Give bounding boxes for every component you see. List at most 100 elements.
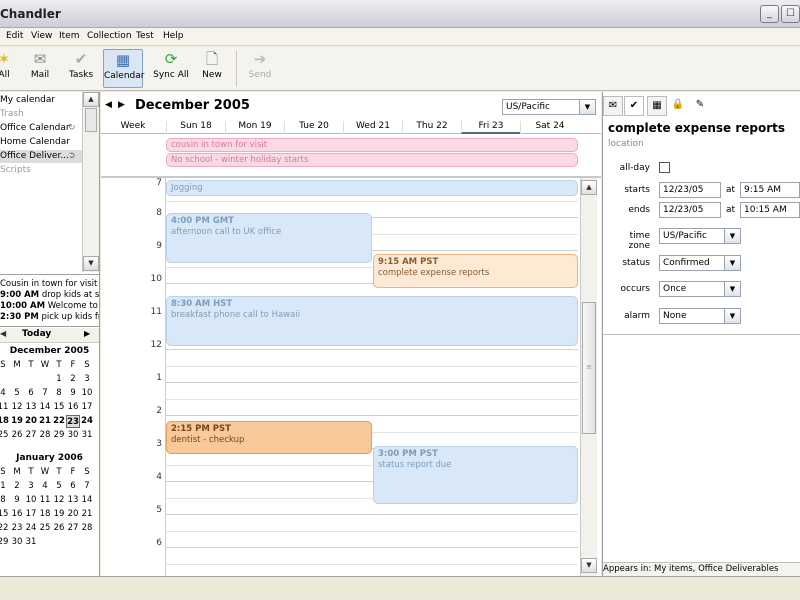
alarm-select[interactable]: None ▼ <box>659 308 741 324</box>
minical-day[interactable]: 15 <box>52 401 66 414</box>
minical-day[interactable]: 11 <box>38 494 52 507</box>
minical-day[interactable]: 25 <box>0 429 10 442</box>
location-field[interactable]: location <box>608 139 644 149</box>
minical-day[interactable]: 19 <box>52 508 66 521</box>
minical-day[interactable]: 14 <box>80 494 94 507</box>
preview-item[interactable]: 10:00 AM Welcome to Chandler <box>0 301 99 312</box>
scroll-down-button[interactable]: ▼ <box>581 558 597 573</box>
day-header-mon[interactable]: Mon 19 <box>225 121 284 134</box>
minical-day[interactable]: 17 <box>80 401 94 414</box>
all-button[interactable]: ✶ All <box>0 49 12 88</box>
minical-day[interactable]: 29 <box>52 429 66 442</box>
minical-day[interactable]: 14 <box>38 401 52 414</box>
minimize-button[interactable]: _ <box>760 5 779 23</box>
minical-day[interactable]: 13 <box>24 401 38 414</box>
allday-event[interactable]: No school - winter holiday starts <box>166 153 578 167</box>
end-time-field[interactable]: 10:15 AM <box>740 202 800 218</box>
lock-icon[interactable]: 🔒 <box>668 96 688 116</box>
event-expense-reports[interactable]: 9:15 AM PST complete expense reports <box>373 254 578 288</box>
pencil-icon[interactable]: ✎ <box>690 96 710 116</box>
event-status-report[interactable]: 3:00 PM PST status report due <box>373 446 578 504</box>
minical-day[interactable]: 24 <box>24 522 38 535</box>
minical-day[interactable]: 21 <box>80 508 94 521</box>
allday-event[interactable]: cousin in town for visit <box>166 138 578 152</box>
minical-day[interactable]: 8 <box>52 387 66 400</box>
minical-day[interactable]: 24 <box>80 415 94 428</box>
minical-day[interactable] <box>52 536 66 549</box>
tasks-button[interactable]: ✔ Tasks <box>66 49 96 88</box>
prev-month-icon[interactable]: ◀ <box>0 329 6 338</box>
minical-day[interactable]: 2 <box>66 373 80 386</box>
status-select[interactable]: Confirmed ▼ <box>659 255 741 271</box>
scroll-down-button[interactable]: ▼ <box>83 256 99 271</box>
event-dentist[interactable]: 2:15 PM PST dentist - checkup <box>166 421 372 454</box>
minical-day[interactable]: 25 <box>38 522 52 535</box>
allday-checkbox[interactable] <box>659 162 670 173</box>
minical-day[interactable]: 21 <box>38 415 52 428</box>
minical-day[interactable]: 16 <box>66 401 80 414</box>
notes-area[interactable] <box>603 334 800 562</box>
minical-day[interactable]: 11 <box>0 401 10 414</box>
minical-day[interactable]: 22 <box>0 522 10 535</box>
minical-day[interactable]: 4 <box>0 387 10 400</box>
minical-day[interactable]: 10 <box>24 494 38 507</box>
minical-day[interactable]: 16 <box>10 508 24 521</box>
event-uk-call[interactable]: 4:00 PM GMT afternoon call to UK office <box>166 213 372 263</box>
day-header-sun[interactable]: Sun 18 <box>166 121 225 134</box>
minical-day[interactable]: 2 <box>10 480 24 493</box>
minical-day[interactable]: 20 <box>24 415 38 428</box>
minical-day[interactable]: 17 <box>24 508 38 521</box>
scroll-thumb[interactable]: ≡ <box>582 302 596 434</box>
minical-day[interactable]: 1 <box>0 480 10 493</box>
preview-item[interactable]: Cousin in town for visit <box>0 279 99 290</box>
minical-day[interactable]: 7 <box>80 480 94 493</box>
collection-my-calendar[interactable]: My calendar <box>0 94 82 107</box>
minical-day[interactable]: 30 <box>66 429 80 442</box>
day-header-tue[interactable]: Tue 20 <box>284 121 343 134</box>
minical-day[interactable]: 15 <box>0 508 10 521</box>
preview-item[interactable]: 9:00 AM drop kids at school <box>0 290 99 301</box>
minical-day[interactable]: 22 <box>52 415 66 428</box>
minical-day[interactable]: 5 <box>10 387 24 400</box>
week-label[interactable]: Week <box>101 121 165 134</box>
day-header-sat[interactable]: Sat 24 <box>520 121 579 134</box>
minical-day[interactable]: 23 <box>66 415 80 428</box>
end-date-field[interactable]: 12/23/05 <box>659 202 721 218</box>
minical-day[interactable]: 26 <box>52 522 66 535</box>
day-header-fri[interactable]: Fri 23 <box>461 121 520 134</box>
today-button[interactable]: Today <box>22 329 51 339</box>
preview-item[interactable]: 2:30 PM pick up kids from <box>0 312 99 323</box>
minical-day[interactable]: 9 <box>10 494 24 507</box>
minical-day[interactable]: 12 <box>10 401 24 414</box>
start-time-field[interactable]: 9:15 AM <box>740 182 800 198</box>
menu-test[interactable]: Test <box>136 31 154 41</box>
occurs-select[interactable]: Once ▼ <box>659 281 741 297</box>
menu-help[interactable]: Help <box>163 31 184 41</box>
grid-scrollbar[interactable]: ▲ ≡ ▼ <box>580 178 597 576</box>
minical-day[interactable]: 7 <box>38 387 52 400</box>
minical-day[interactable]: 23 <box>10 522 24 535</box>
menu-view[interactable]: View <box>31 31 52 41</box>
minical-day[interactable] <box>0 373 10 386</box>
collection-home-calendar[interactable]: Home Calendar <box>0 136 82 149</box>
minical-day[interactable] <box>66 536 80 549</box>
minical-day[interactable]: 20 <box>66 508 80 521</box>
minical-day[interactable]: 30 <box>10 536 24 549</box>
minical-day[interactable]: 4 <box>38 480 52 493</box>
minical-day[interactable]: 28 <box>38 429 52 442</box>
sync-all-button[interactable]: ⟳ Sync All <box>152 49 190 88</box>
minical-day[interactable] <box>24 373 38 386</box>
minical-day[interactable]: 6 <box>24 387 38 400</box>
collection-office-deliverables[interactable]: Office Deliver... ➲ <box>0 150 82 163</box>
minical-day[interactable]: 13 <box>66 494 80 507</box>
detail-title[interactable]: complete expense reports <box>608 121 785 135</box>
minical-day[interactable] <box>38 536 52 549</box>
minical-day[interactable]: 8 <box>0 494 10 507</box>
minical-day[interactable] <box>80 536 94 549</box>
next-month-icon[interactable]: ▶ <box>84 329 90 338</box>
checkmark-icon[interactable]: ✔ <box>624 96 644 116</box>
menu-item[interactable]: Item <box>59 31 80 41</box>
collection-office-calendar[interactable]: Office Calendar ↻ <box>0 122 82 135</box>
minical-day[interactable]: 10 <box>80 387 94 400</box>
calendar-icon[interactable]: ▦ <box>647 96 667 116</box>
